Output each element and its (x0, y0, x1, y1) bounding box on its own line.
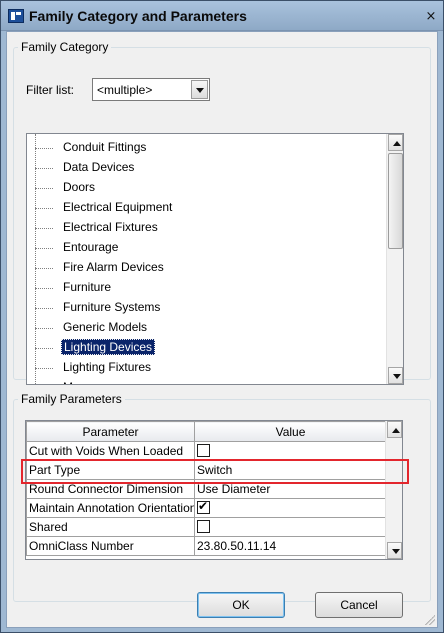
tree-connector (35, 188, 53, 189)
tree-item[interactable]: Entourage (27, 238, 387, 258)
parameters-scrollbar[interactable] (385, 421, 402, 559)
tree-item-label: Electrical Fixtures (63, 220, 158, 234)
tree-item-label: Electrical Equipment (63, 200, 173, 214)
dialog-title: Family Category and Parameters (29, 8, 247, 24)
table-row[interactable]: Maintain Annotation Orientation (26, 498, 387, 518)
tree-item[interactable]: Electrical Equipment (27, 198, 387, 218)
dropdown-button[interactable] (191, 80, 208, 99)
close-icon[interactable]: × (424, 10, 438, 24)
filter-list-dropdown[interactable]: <multiple> (92, 78, 210, 101)
chevron-down-icon (393, 374, 401, 379)
cancel-button[interactable]: Cancel (315, 592, 403, 618)
scroll-up-button[interactable] (388, 134, 403, 151)
tree-item[interactable]: Conduit Fittings (27, 138, 387, 158)
tree-item[interactable]: Generic Models (27, 318, 387, 338)
tree-item[interactable]: Data Devices (27, 158, 387, 178)
tree-item-label: Doors (63, 180, 96, 194)
tree-item-label: Furniture Systems (63, 300, 161, 314)
category-scrollbar[interactable] (386, 134, 403, 384)
scroll-down-button[interactable] (387, 542, 402, 559)
tree-item-label: Generic Models (63, 320, 148, 334)
parameter-value-text: 23.80.50.11.14 (197, 539, 277, 553)
filter-list-value: <multiple> (97, 83, 153, 97)
tree-item[interactable]: Electrical Fixtures (27, 218, 387, 238)
tree-item-label: Entourage (63, 240, 119, 254)
column-header-parameter[interactable]: Parameter (26, 421, 195, 442)
tree-connector (35, 348, 53, 349)
revit-app-icon (8, 9, 24, 23)
tree-connector (35, 248, 53, 249)
tree-item-label: Furniture (63, 280, 112, 294)
tree-item[interactable]: Furniture (27, 278, 387, 298)
dialog-window: Family Category and Parameters × Family … (0, 0, 444, 633)
tree-connector (35, 288, 53, 289)
tree-item-label: Lighting Devices (61, 339, 156, 355)
tree-item-label: Lighting Fixtures (63, 360, 152, 374)
chevron-up-icon (392, 428, 400, 433)
tree-item-label: Data Devices (63, 160, 135, 174)
parameter-value-cell[interactable] (194, 517, 387, 537)
category-tree[interactable]: Conduit Fittings Data Devices Doors Electri… (26, 133, 404, 385)
parameter-value-cell[interactable] (194, 498, 387, 518)
scroll-up-button[interactable] (387, 421, 402, 438)
parameter-checkbox[interactable] (197, 500, 210, 515)
tree-item[interactable]: Lighting Fixtures (27, 358, 387, 378)
family-category-legend: Family Category (21, 40, 109, 54)
chevron-up-icon (393, 141, 401, 146)
family-category-group: Family Category Filter list: <multiple> … (13, 40, 431, 385)
dialog-body: Family Category Filter list: <multiple> … (6, 31, 438, 628)
scroll-down-button[interactable] (388, 367, 403, 384)
parameter-name-cell: Cut with Voids When Loaded (26, 441, 195, 461)
column-header-value[interactable]: Value (194, 421, 387, 442)
tree-item[interactable]: Doors (27, 178, 387, 198)
tree-item[interactable]: Furniture Systems (27, 298, 387, 318)
chevron-down-icon (196, 88, 204, 93)
table-row[interactable]: Cut with Voids When Loaded (26, 441, 387, 461)
parameter-checkbox[interactable] (197, 520, 210, 534)
tree-connector (35, 328, 53, 329)
tree-item-label: M (61, 380, 75, 384)
parameter-checkbox[interactable] (197, 444, 210, 458)
table-row[interactable]: OmniClass Number 23.80.50.11.14 (26, 536, 387, 556)
parameter-name-cell: Maintain Annotation Orientation (26, 498, 195, 518)
tree-connector (35, 148, 53, 149)
parameter-name-cell: Shared (26, 517, 195, 537)
scroll-thumb[interactable] (388, 153, 403, 249)
tree-item-label: Conduit Fittings (63, 140, 147, 154)
part-type-highlight-box (21, 459, 409, 484)
resize-grip-icon[interactable] (425, 615, 435, 625)
filter-list-label: Filter list: (26, 83, 74, 97)
tree-connector (35, 308, 53, 309)
ok-button[interactable]: OK (197, 592, 285, 618)
tree-connector (35, 368, 53, 369)
tree-item[interactable]: M (27, 378, 387, 384)
parameter-value-cell[interactable] (194, 441, 387, 461)
title-bar[interactable]: Family Category and Parameters × (1, 1, 443, 31)
tree-connector (35, 168, 53, 169)
parameters-grid[interactable]: Parameter Value Cut with Voids When Load… (25, 420, 403, 560)
tree-item[interactable]: Lighting Devices (27, 338, 387, 358)
tree-item[interactable]: Fire Alarm Devices (27, 258, 387, 278)
tree-connector (35, 268, 53, 269)
tree-connector (35, 208, 53, 209)
tree-item-label: Fire Alarm Devices (63, 260, 164, 274)
parameter-value-cell[interactable]: 23.80.50.11.14 (194, 536, 387, 556)
chevron-down-icon (392, 549, 400, 554)
parameter-value-text: Use Diameter (197, 482, 271, 496)
tree-connector (35, 228, 53, 229)
family-parameters-legend: Family Parameters (21, 392, 122, 406)
parameter-name-cell: OmniClass Number (26, 536, 195, 556)
table-row[interactable]: Shared (26, 517, 387, 537)
